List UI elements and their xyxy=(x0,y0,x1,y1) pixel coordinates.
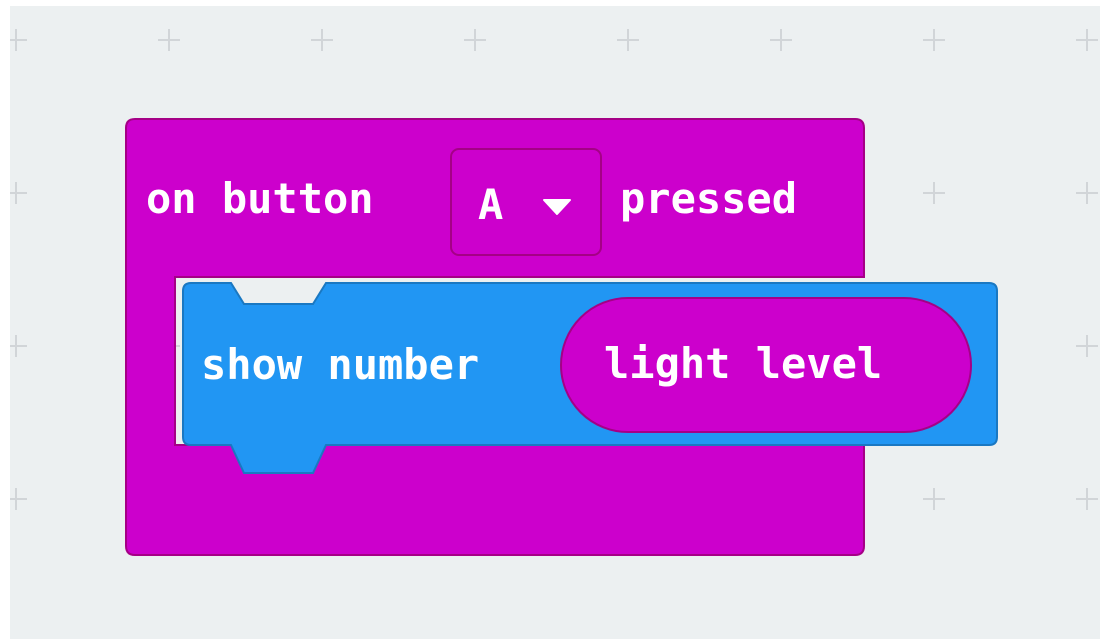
show-number-label: show number xyxy=(201,340,480,389)
button-dropdown-value: A xyxy=(478,180,504,229)
pressed-label: pressed xyxy=(620,174,798,223)
light-level-label: light level xyxy=(604,339,883,388)
button-dropdown[interactable]: A xyxy=(450,148,602,256)
blocks-workspace[interactable]: on button A pressed show number light le… xyxy=(10,6,1100,639)
on-button-label: on button xyxy=(146,174,374,223)
light-level-reporter[interactable]: light level xyxy=(560,297,972,433)
caret-down-icon xyxy=(543,199,571,215)
